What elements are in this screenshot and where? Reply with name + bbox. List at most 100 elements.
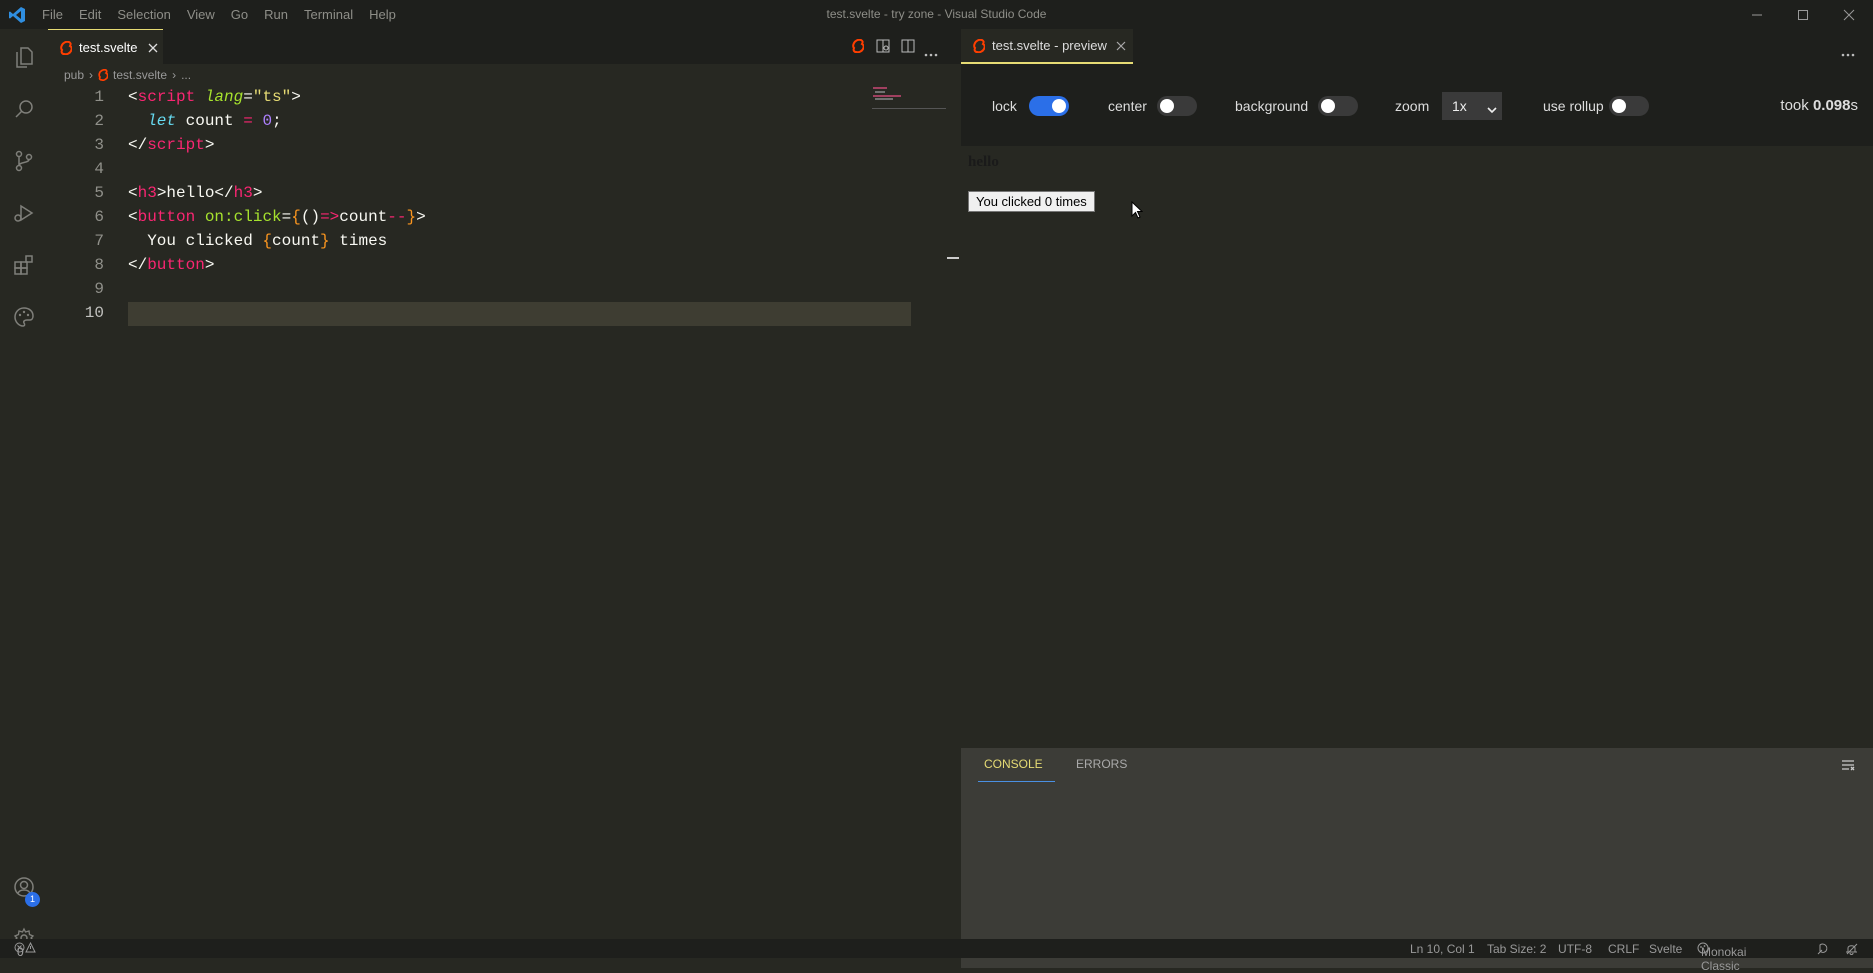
center-label: center [1108,98,1147,114]
preview-pane: test.svelte - preview lock center backgr… [961,29,1873,968]
extensions-button[interactable] [0,241,48,289]
preview-toolbar: lock center background zoom 1x use rollu… [961,64,1873,146]
click-counter-button[interactable]: You clicked 0 times [968,191,1095,212]
code-editor[interactable]: 1 2 3 4 5 6 7 8 9 10 <script lang="ts"> … [48,86,961,939]
theme-button[interactable] [0,293,48,341]
code-line-2: let count = 0; [147,112,282,130]
menu-selection[interactable]: Selection [117,7,170,22]
toggle-knob [1321,99,1335,113]
menu-edit[interactable]: Edit [79,7,101,22]
vscode-logo-icon [8,6,26,24]
language-mode[interactable]: Svelte [1649,942,1682,956]
theme-indicator[interactable]: Monokai Classic [1697,942,1746,973]
code-line-3: </script> [128,136,215,154]
problems-indicator[interactable]: 0 0 [14,942,36,959]
menu-view[interactable]: View [187,7,215,22]
open-preview-svelte-icon[interactable] [852,38,865,58]
zoom-select[interactable]: 1x [1442,92,1502,120]
minimap-line [875,98,893,100]
close-icon [1843,9,1855,20]
line-number: 8 [94,256,104,274]
svelte-icon [973,38,985,53]
line-number: 1 [94,88,104,106]
search-icon [15,100,33,118]
svelte-icon [60,40,72,55]
background-toggle[interactable] [1318,96,1358,116]
chevron-right-icon: › [89,68,94,82]
clear-console-icon[interactable] [1841,758,1855,776]
menu-run[interactable]: Run [264,7,288,22]
bell-icon[interactable] [1845,942,1858,958]
line-number: 7 [94,232,104,250]
line-number: 5 [94,184,104,202]
more-actions-icon[interactable] [924,44,938,62]
search-button[interactable] [0,85,48,133]
maximize-button[interactable] [1780,0,1826,29]
toggle-knob [1052,99,1066,113]
tab-test-svelte[interactable]: test.svelte [48,29,163,65]
tab-errors-label: ERRORS [1076,757,1128,771]
preview-heading: hello [968,154,999,170]
code-line-5: <h3>hello</h3> [128,184,263,202]
toggle-knob [1160,99,1174,113]
svelte-icon [98,69,109,81]
breadcrumb-more[interactable]: ... [181,68,191,82]
open-preview-side-icon[interactable] [876,39,890,58]
code-line-8: </button> [128,256,215,274]
source-control-button[interactable] [0,137,48,185]
line-number: 6 [94,208,104,226]
menu-file[interactable]: File [42,7,63,22]
breadcrumb-file[interactable]: test.svelte [113,68,167,82]
cursor-position[interactable]: Ln 10, Col 1 [1410,942,1475,956]
breadcrumb-folder[interactable]: pub [64,68,84,82]
tab-size[interactable]: Tab Size: 2 [1487,942,1546,956]
minimize-button[interactable] [1734,0,1780,29]
code-line-7: You clicked {count} times [128,232,388,250]
mouse-cursor-icon [1131,200,1144,224]
more-actions-icon[interactable] [1841,44,1855,62]
close-tab-icon[interactable] [1116,41,1126,51]
split-editor-icon[interactable] [901,39,915,58]
build-time-value: 0.098 [1812,97,1851,114]
preview-tab-bar: test.svelte - preview [961,29,1873,64]
menu-help[interactable]: Help [369,7,396,22]
center-toggle[interactable] [1157,96,1197,116]
chevron-right-icon: › [172,68,177,82]
maximize-icon [1798,9,1808,20]
palette-icon [14,307,34,327]
build-time-prefix: took [1780,97,1813,114]
breadcrumb: pub › test.svelte › ... [48,64,961,86]
accounts-button[interactable]: 1 [0,863,48,911]
zoom-value: 1x [1452,98,1467,114]
theme-name: Monokai Classic [1701,945,1747,973]
feedback-icon[interactable] [1817,942,1830,958]
menu-go[interactable]: Go [231,7,248,22]
status-bar: 0 0 Ln 10, Col 1 Tab Size: 2 UTF-8 CRLF … [0,939,1873,973]
use-rollup-toggle[interactable] [1609,96,1649,116]
minimize-icon [1752,14,1762,15]
tab-console[interactable]: CONSOLE [978,748,1055,782]
close-window-button[interactable] [1826,0,1872,29]
use-rollup-label: use rollup [1543,98,1604,114]
line-number: 4 [94,160,104,178]
end-of-line[interactable]: CRLF [1608,942,1639,956]
title-bar: File Edit Selection View Go Run Terminal… [0,0,1873,29]
menu-bar: File Edit Selection View Go Run Terminal… [42,0,412,29]
minimap-line [875,91,885,93]
chevron-down-icon [1487,101,1497,119]
encoding[interactable]: UTF-8 [1558,942,1592,956]
tab-console-label: CONSOLE [984,757,1043,771]
close-tab-icon[interactable] [148,43,158,53]
explorer-button[interactable] [0,33,48,81]
console-panel: CONSOLE ERRORS [961,748,1873,968]
minimap[interactable] [872,86,946,109]
lock-toggle[interactable] [1029,96,1069,116]
toggle-knob [1612,99,1626,113]
source-control-icon [15,150,33,172]
editor-tab-bar: test.svelte [48,29,961,65]
tab-preview[interactable]: test.svelte - preview [961,29,1133,64]
lock-label: lock [992,98,1017,114]
run-debug-button[interactable] [0,189,48,237]
zoom-label: zoom [1395,98,1430,114]
menu-terminal[interactable]: Terminal [304,7,353,22]
